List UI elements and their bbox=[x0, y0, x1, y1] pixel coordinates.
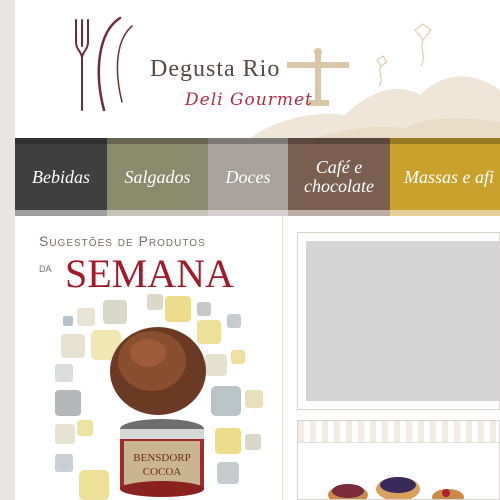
weekly-suggestions-panel: Sugestões de Produtos da SEMANA BENSDORP… bbox=[15, 216, 283, 500]
product-label-name: COCOA bbox=[143, 466, 182, 478]
brand-name: Degusta Rio bbox=[150, 56, 281, 82]
promo-heading-da: da bbox=[39, 260, 52, 275]
nav-item-label: Doces bbox=[225, 166, 271, 187]
page-container: Degusta Rio Deli Gourmet Bebidas Salgado… bbox=[15, 0, 500, 500]
nav-item-label: Bebidas bbox=[32, 166, 90, 187]
nav-item-doces[interactable]: Doces bbox=[208, 138, 288, 216]
card-header-stripe bbox=[298, 421, 499, 443]
promo-heading: Sugestões de Produtos bbox=[39, 233, 206, 249]
nav-item-cafe-e-chocolate[interactable]: Café e chocolate bbox=[288, 138, 390, 216]
brand-logo[interactable]: Degusta Rio Deli Gourmet bbox=[60, 12, 312, 117]
nav-item-label: Salgados bbox=[124, 166, 191, 187]
site-header: Degusta Rio Deli Gourmet bbox=[15, 0, 500, 138]
fork-logo-icon bbox=[75, 16, 133, 112]
banner-image-area bbox=[306, 241, 499, 401]
nav-item-massas[interactable]: Massas e afi bbox=[390, 138, 500, 216]
nav-item-label: Massas e afi bbox=[404, 166, 494, 187]
nav-item-salgados[interactable]: Salgados bbox=[107, 138, 208, 216]
product-label-brand: BENSDORP bbox=[133, 452, 190, 464]
cocoa-tin-product-image[interactable]: BENSDORP COCOA bbox=[100, 311, 230, 500]
featured-banner-placeholder[interactable] bbox=[297, 232, 500, 410]
nav-item-label: Café e chocolate bbox=[304, 157, 374, 196]
promo-heading-semana: SEMANA bbox=[65, 251, 234, 296]
brand-tagline: Deli Gourmet bbox=[185, 90, 313, 110]
nav-item-bebidas[interactable]: Bebidas bbox=[15, 138, 107, 216]
category-nav: Bebidas Salgados Doces Café e chocolate … bbox=[15, 138, 500, 216]
featured-product-card[interactable] bbox=[297, 420, 500, 500]
pies-product-image bbox=[328, 477, 464, 499]
